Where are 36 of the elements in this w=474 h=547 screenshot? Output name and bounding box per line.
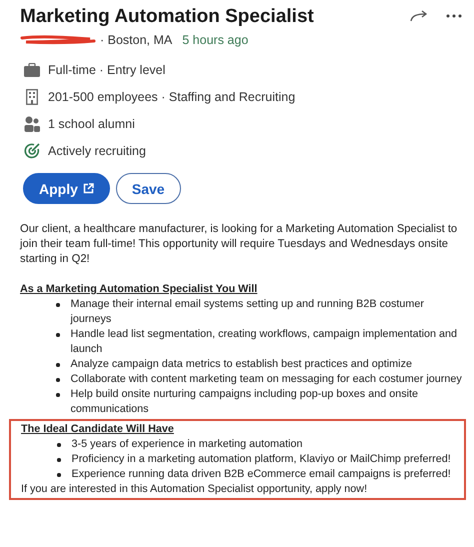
people-icon [24, 116, 40, 132]
job-fact: Full-time · Entry level [48, 62, 166, 76]
job-fact: 201-500 employees · Staffing and Recruiting [48, 90, 296, 104]
briefcase-icon [24, 62, 40, 76]
save-button[interactable]: Save [116, 173, 181, 204]
bullet-text: Manage their internal email systems setting up and running B2B costumer journeys [70, 297, 425, 327]
bullet-icon [56, 378, 60, 382]
external-link-icon [82, 183, 94, 194]
section-heading: As a Marketing Automation Specialist You Will [20, 282, 258, 297]
job-description: Our client, a healthcare manufacturer, is looking for a Marketing Automation Specialist to join their team full-time! This opportunity will require Tuesdays and Wednesdays onsite starting in Q2! [20, 222, 458, 267]
building-icon [24, 88, 40, 104]
posted-time: 5 hours ago [182, 33, 248, 47]
bullet-icon [56, 363, 60, 366]
share-icon[interactable] [410, 10, 428, 22]
bullet-text: Proficiency in a marketing automation platform, Klaviyo or MailChimp preferred! [72, 452, 451, 467]
bullet-text: 3-5 years of experience in marketing automation [72, 437, 303, 452]
closing-text: If you are interested in this Automation Specialist opportunity, apply now! [21, 482, 368, 497]
target-icon [24, 142, 40, 158]
more-icon[interactable] [446, 14, 462, 18]
bullet-icon [56, 333, 60, 336]
bullet-text: Help build onsite nurturing campaigns including pop-up boxes and onsite communications [70, 387, 420, 417]
job-fact: Actively recruiting [48, 144, 146, 158]
apply-button[interactable]: Apply [23, 173, 110, 204]
job-location: · Boston, MA [100, 33, 172, 47]
bullet-text: Handle lead list segmentation, creating workflows, campaign implementation and launch [70, 327, 458, 357]
bullet-text: Analyze campaign data metrics to establish best practices and optimize [70, 357, 412, 372]
bullet-icon [57, 458, 60, 462]
section-heading: The Ideal Candidate Will Have [21, 422, 175, 437]
bullet-text: Experience running data driven B2B eCommerce email campaigns is preferred! [72, 467, 451, 482]
bullet-text: Collaborate with content marketing team on messaging for each costumer journey [70, 372, 462, 387]
bullet-icon [57, 443, 60, 446]
job-fact: 1 school alumni [48, 116, 135, 130]
bullet-icon [56, 303, 60, 306]
bullet-icon [56, 393, 60, 396]
job-title: Marketing Automation Specialist [20, 6, 314, 28]
bullet-icon [57, 473, 60, 476]
